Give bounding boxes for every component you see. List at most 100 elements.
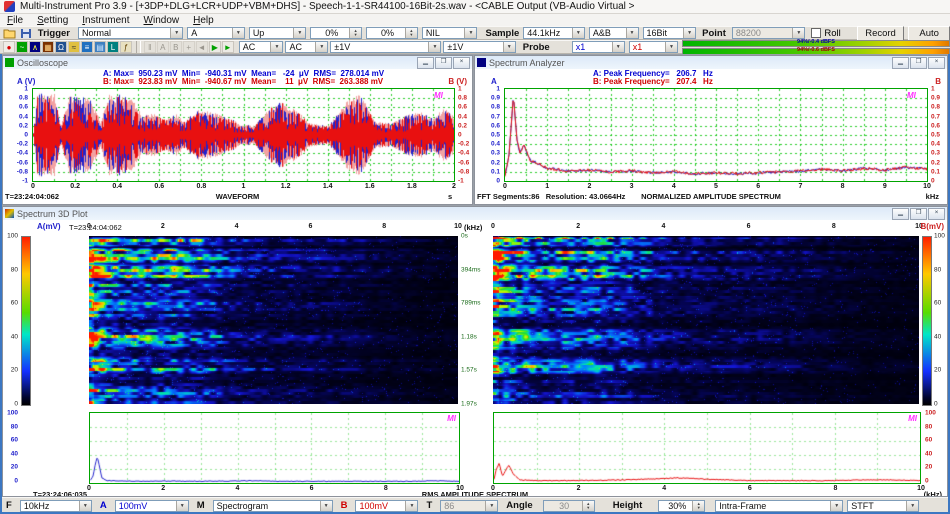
chevron-down-icon[interactable]: ▼ — [78, 500, 91, 511]
restore-button[interactable]: ❐ — [910, 207, 927, 220]
chevron-down-icon[interactable]: ▼ — [175, 500, 188, 511]
device-test-plan-icon[interactable]: ≡ — [81, 41, 93, 53]
reference-a-icon[interactable]: A — [156, 41, 169, 53]
chevron-down-icon[interactable]: ▼ — [906, 500, 919, 511]
spectrogram-a — [89, 236, 458, 404]
coupling-a-select[interactable]: AC ▼ — [238, 41, 284, 53]
spectrum-3d-titlebar[interactable]: Spectrum 3D Plot ▁ ❐ × — [3, 207, 947, 221]
chevron-down-icon[interactable]: ▼ — [293, 28, 306, 38]
spinner-arrows-icon[interactable]: ▲ ▼ — [692, 500, 705, 511]
oscilloscope-window: Oscilloscope ▁ ❐ × A: Max= 950.23 mV Min= … — [2, 55, 473, 205]
chevron-down-icon[interactable]: ▼ — [625, 28, 638, 38]
chevron-down-icon[interactable]: ▼ — [611, 42, 624, 52]
range-a-select[interactable]: ±1V ▼ — [330, 41, 442, 53]
trigger-hpf-select[interactable]: NIL ▼ — [421, 27, 478, 39]
colorbar-a-ticks: 100 80 60 40 20 0 — [3, 233, 19, 408]
chevron-down-icon[interactable]: ▼ — [830, 500, 843, 511]
coupling-b-select[interactable]: AC ▼ — [285, 41, 329, 53]
oscilloscope-icon[interactable]: ~ — [16, 41, 28, 53]
chevron-down-icon[interactable]: ▼ — [683, 28, 696, 38]
probe-a-select[interactable]: x1 ▼ — [571, 41, 625, 53]
chevron-down-icon[interactable]: ▼ — [464, 28, 477, 38]
multimeter-icon[interactable]: Ω — [55, 41, 67, 53]
chevron-down-icon[interactable]: ▼ — [270, 42, 283, 52]
tick-label: 8 — [831, 223, 836, 230]
trigger-delay-spinner[interactable]: 0% ▲ ▼ — [366, 27, 418, 39]
sample-bits-select[interactable]: 16Bit ▼ — [642, 27, 697, 39]
chevron-down-icon[interactable]: ▼ — [665, 42, 677, 52]
chevron-down-icon[interactable]: ▼ — [170, 28, 183, 38]
menu-instrument[interactable]: Instrument — [75, 15, 136, 26]
rms-label: RMS AMPLITUDE SPECTRUM — [421, 490, 529, 496]
chevron-down-icon[interactable]: ▼ — [571, 28, 584, 38]
restore-button[interactable]: ❐ — [435, 56, 452, 69]
transform-select[interactable]: STFT ▼ — [847, 499, 920, 512]
channel-a-label: A — [99, 500, 107, 511]
spectrum-3d-plot-icon[interactable]: ▦ — [42, 41, 54, 53]
loop-play-icon[interactable]: ► — [221, 41, 234, 53]
derived-data-icon[interactable]: ƒ — [120, 41, 132, 53]
close-button[interactable]: × — [928, 207, 945, 220]
sample-channels-select[interactable]: A&B ▼ — [588, 27, 639, 39]
spectrum-titlebar[interactable]: Spectrum Analyzer ▁ ❐ × — [475, 56, 947, 70]
open-file-icon[interactable] — [3, 28, 17, 39]
range-b-amplitude-select[interactable]: 100mV ▼ — [355, 499, 419, 512]
input-level-meters: 94%/-0.4 dBFS 94%/-0.6 dBFS — [682, 39, 950, 55]
frame-mode-select[interactable]: Intra-Frame ▼ — [715, 499, 844, 512]
roll-checkbox[interactable]: Roll — [811, 28, 841, 39]
freq-range-select[interactable]: 10kHz ▼ — [19, 499, 92, 512]
chevron-down-icon[interactable]: ▼ — [405, 500, 418, 511]
menu-setting[interactable]: Setting — [30, 15, 75, 26]
trigger-source-select[interactable]: A ▼ — [187, 27, 245, 39]
titlebar[interactable]: Multi-Instrument Pro 3.9 - [+3DP+DLG+LCR… — [0, 0, 950, 14]
close-button[interactable]: × — [928, 56, 945, 69]
tick-label: 0 — [87, 223, 91, 230]
save-icon[interactable] — [20, 28, 32, 39]
volume-icon[interactable]: ◄ — [195, 41, 208, 53]
trigger-edge-select[interactable]: Up ▼ — [248, 27, 307, 39]
probe-b-select[interactable]: x1 ▼ — [628, 41, 678, 53]
hold-icon[interactable]: ‖ — [143, 41, 156, 53]
range-a-amplitude-select[interactable]: 100mV ▼ — [114, 499, 189, 512]
chevron-down-icon[interactable]: ▼ — [319, 500, 332, 511]
t-segments-select: 86 ▼ — [440, 499, 499, 512]
menu-file[interactable]: File — [0, 15, 30, 26]
cursor-reader-icon[interactable]: + — [182, 41, 195, 53]
menu-help[interactable]: Help — [186, 15, 221, 26]
height-spinner[interactable]: 30% ▲ ▼ — [658, 499, 706, 512]
trigger-level-spinner[interactable]: 0% ▲ ▼ — [310, 27, 363, 39]
record-icon[interactable]: ● — [3, 41, 15, 53]
tick-label: 60 — [10, 299, 18, 307]
spectrum-analyzer-icon[interactable]: ∧ — [29, 41, 41, 53]
display-mode-select[interactable]: Spectrogram ▼ — [212, 499, 333, 512]
minimize-button[interactable]: ▁ — [892, 56, 909, 69]
tick-label: 80 — [925, 423, 933, 431]
lcr-meter-icon[interactable]: L — [107, 41, 119, 53]
spinner-arrows-icon[interactable]: ▲ ▼ — [349, 28, 362, 38]
spinner-arrows-icon[interactable]: ▲ ▼ — [404, 28, 417, 38]
signal-generator-icon[interactable]: ≈ — [68, 41, 80, 53]
minimize-button[interactable]: ▁ — [417, 56, 434, 69]
close-button[interactable]: × — [453, 56, 470, 69]
sample-rate-select[interactable]: 44.1kHz ▼ — [523, 27, 585, 39]
tick-label: 40 — [10, 450, 18, 458]
chevron-down-icon[interactable]: ▼ — [231, 28, 244, 38]
tick-label: 6 — [756, 183, 761, 190]
chevron-down-icon[interactable]: ▼ — [502, 42, 515, 52]
chevron-down-icon: ▼ — [792, 28, 805, 38]
reference-b-icon[interactable]: B — [169, 41, 182, 53]
chevron-down-icon[interactable]: ▼ — [428, 42, 441, 52]
checkbox-icon[interactable] — [811, 28, 822, 38]
minimize-button[interactable]: ▁ — [892, 207, 909, 220]
tick-label: 20 — [934, 366, 942, 374]
tick-label: 4 — [234, 223, 239, 230]
menu-window[interactable]: Window — [137, 15, 187, 26]
play-icon[interactable]: ▶ — [208, 41, 221, 53]
data-logger-icon[interactable]: ▤ — [94, 41, 106, 53]
trigger-mode-select[interactable]: Normal ▼ — [78, 27, 184, 39]
oscilloscope-titlebar[interactable]: Oscilloscope ▁ ❐ × — [3, 56, 472, 70]
restore-button[interactable]: ❐ — [910, 56, 927, 69]
mi-logo: MI — [907, 91, 916, 100]
chevron-down-icon[interactable]: ▼ — [315, 42, 328, 52]
range-b-select[interactable]: ±1V ▼ — [443, 41, 516, 53]
